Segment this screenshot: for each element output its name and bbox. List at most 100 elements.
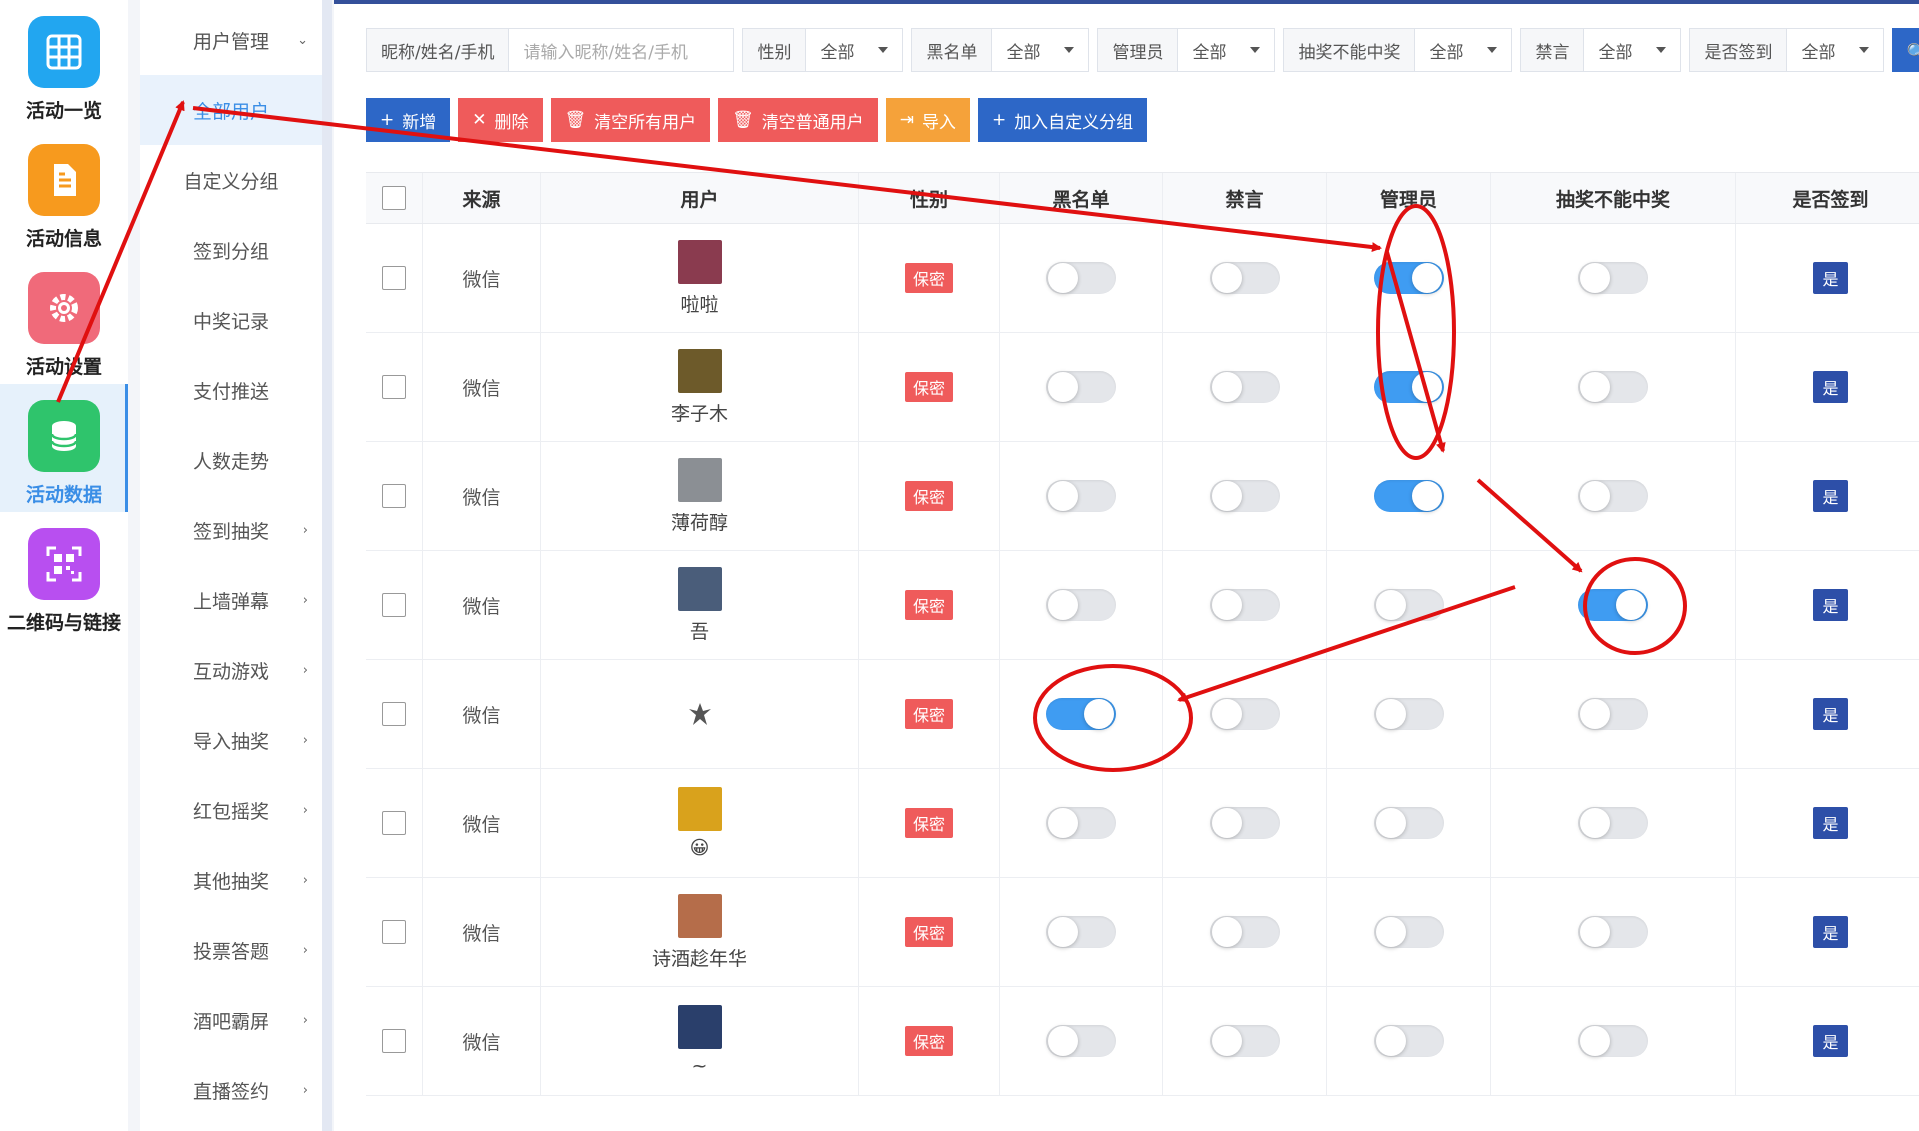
submenu-item[interactable]: 直播签约 › xyxy=(140,1055,322,1125)
submenu-item[interactable]: 人数走势 xyxy=(140,425,322,495)
admin-toggle[interactable] xyxy=(1373,371,1444,403)
row-checkbox[interactable] xyxy=(382,702,406,726)
blacklist-toggle[interactable] xyxy=(1046,262,1116,294)
gender-badge: 保密 xyxy=(904,808,953,838)
no-win-toggle[interactable] xyxy=(1578,1025,1648,1057)
action-button[interactable]: ⇥ 导入 xyxy=(885,98,970,142)
gender-cell: 保密 xyxy=(859,660,1000,768)
submenu-item[interactable]: 红包摇奖 › xyxy=(140,775,322,845)
rail-item-qrcode[interactable]: 二维码与链接 xyxy=(0,512,128,640)
no-win-toggle[interactable] xyxy=(1578,916,1648,948)
submenu-item[interactable]: 其他抽奖 › xyxy=(140,845,322,915)
row-checkbox[interactable] xyxy=(382,593,406,617)
row-checkbox[interactable] xyxy=(382,266,406,290)
filter-select[interactable]: 全部 xyxy=(1786,28,1885,72)
no-win-toggle[interactable] xyxy=(1578,698,1648,730)
action-label: 清空普通用户 xyxy=(761,112,864,133)
action-button[interactable]: 🗑 清空普通用户 xyxy=(718,98,878,142)
admin-toggle[interactable] xyxy=(1373,589,1444,621)
submenu-item[interactable]: 中奖记录 xyxy=(140,285,322,355)
mute-cell xyxy=(1163,442,1327,550)
no-win-toggle[interactable] xyxy=(1578,807,1648,839)
mute-cell xyxy=(1163,551,1327,659)
action-button[interactable]: + 加入自定义分组 xyxy=(977,98,1148,142)
blacklist-toggle[interactable] xyxy=(1046,807,1116,839)
submenu-item[interactable]: 酒吧霸屏 › xyxy=(140,985,322,1055)
mute-toggle[interactable] xyxy=(1209,807,1280,839)
mute-toggle[interactable] xyxy=(1209,589,1280,621)
row-checkbox[interactable] xyxy=(382,484,406,508)
no-win-toggle[interactable] xyxy=(1578,262,1648,294)
filter-select[interactable]: 全部 xyxy=(1414,28,1513,72)
no-win-cell xyxy=(1491,660,1736,768)
mute-toggle[interactable] xyxy=(1209,916,1280,948)
blacklist-toggle[interactable] xyxy=(1046,916,1116,948)
toggle-knob xyxy=(1411,372,1442,402)
filter-select[interactable]: 全部 xyxy=(805,28,904,72)
blacklist-toggle[interactable] xyxy=(1046,589,1116,621)
search-input[interactable]: 请输入昵称/姓名/手机 xyxy=(508,28,735,72)
admin-toggle[interactable] xyxy=(1373,1025,1444,1057)
toggle-knob xyxy=(1616,590,1646,620)
signed-cell: 是 xyxy=(1736,769,1919,877)
submenu-item[interactable]: 签到抽奖 › xyxy=(140,495,322,565)
submenu-item[interactable]: 自定义分组 xyxy=(140,145,322,215)
submenu-item-label: 直播签约 xyxy=(192,1080,269,1103)
rail-item-document[interactable]: 活动信息 xyxy=(0,128,128,256)
gender-cell: 保密 xyxy=(859,442,1000,550)
submenu-item[interactable]: 签到分组 xyxy=(140,215,322,285)
blacklist-toggle[interactable] xyxy=(1046,698,1116,730)
rail-item-database[interactable]: 活动数据 xyxy=(0,384,128,512)
search-button[interactable]: 🔍 搜 xyxy=(1892,28,1919,72)
blacklist-cell xyxy=(1000,987,1163,1095)
admin-toggle[interactable] xyxy=(1373,262,1444,294)
submenu-item[interactable]: 互动游戏 › xyxy=(140,635,322,705)
row-checkbox[interactable] xyxy=(382,811,406,835)
action-icon: ✕ xyxy=(472,110,487,130)
admin-toggle[interactable] xyxy=(1373,698,1444,730)
submenu-item[interactable]: 用户管理 ⌄ xyxy=(140,5,322,75)
row-checkbox[interactable] xyxy=(382,375,406,399)
no-win-toggle[interactable] xyxy=(1578,480,1648,512)
action-button[interactable]: + 新增 xyxy=(366,98,451,142)
mute-toggle[interactable] xyxy=(1209,371,1280,403)
no-win-toggle[interactable] xyxy=(1578,371,1648,403)
gender-cell: 保密 xyxy=(859,878,1000,986)
mute-toggle[interactable] xyxy=(1209,480,1280,512)
submenu-item[interactable]: 投票答题 › xyxy=(140,915,322,985)
admin-toggle[interactable] xyxy=(1373,807,1444,839)
mute-toggle[interactable] xyxy=(1209,262,1280,294)
submenu-item[interactable]: 导入抽奖 › xyxy=(140,705,322,775)
column-header: 用户 xyxy=(541,173,859,223)
filter-select[interactable]: 全部 xyxy=(1583,28,1682,72)
action-button[interactable]: 🗑 清空所有用户 xyxy=(550,98,711,142)
action-button[interactable]: ✕ 删除 xyxy=(458,98,543,142)
admin-toggle[interactable] xyxy=(1373,916,1444,948)
submenu-item[interactable]: 上墙弹幕 › xyxy=(140,565,322,635)
rail-item-gear[interactable]: 活动设置 xyxy=(0,256,128,384)
select-all-checkbox[interactable] xyxy=(382,186,406,210)
admin-cell xyxy=(1327,333,1491,441)
avatar xyxy=(677,239,722,284)
admin-toggle[interactable] xyxy=(1373,480,1444,512)
row-checkbox[interactable] xyxy=(382,1029,406,1053)
submenu-item[interactable]: 全部用户 xyxy=(140,75,322,145)
submenu-item[interactable]: 支付推送 xyxy=(140,355,322,425)
chevron-right-icon: › xyxy=(302,802,308,818)
toggle-knob xyxy=(1048,263,1078,293)
row-checkbox-cell xyxy=(366,224,423,332)
chevron-down-icon: ⌄ xyxy=(297,32,308,48)
blacklist-toggle[interactable] xyxy=(1046,371,1116,403)
blacklist-toggle[interactable] xyxy=(1046,480,1116,512)
mute-toggle[interactable] xyxy=(1209,698,1280,730)
user-name: 薄荷醇 xyxy=(670,511,728,534)
row-checkbox[interactable] xyxy=(382,920,406,944)
no-win-toggle[interactable] xyxy=(1578,589,1648,621)
blacklist-toggle[interactable] xyxy=(1046,1025,1116,1057)
rail-item-grid[interactable]: 活动一览 xyxy=(0,0,128,128)
filter-select[interactable]: 全部 xyxy=(991,28,1090,72)
user-name: 啦啦 xyxy=(680,293,719,316)
filter-select[interactable]: 全部 xyxy=(1177,28,1276,72)
mute-toggle[interactable] xyxy=(1209,1025,1280,1057)
signed-badge: 是 xyxy=(1813,1025,1848,1057)
